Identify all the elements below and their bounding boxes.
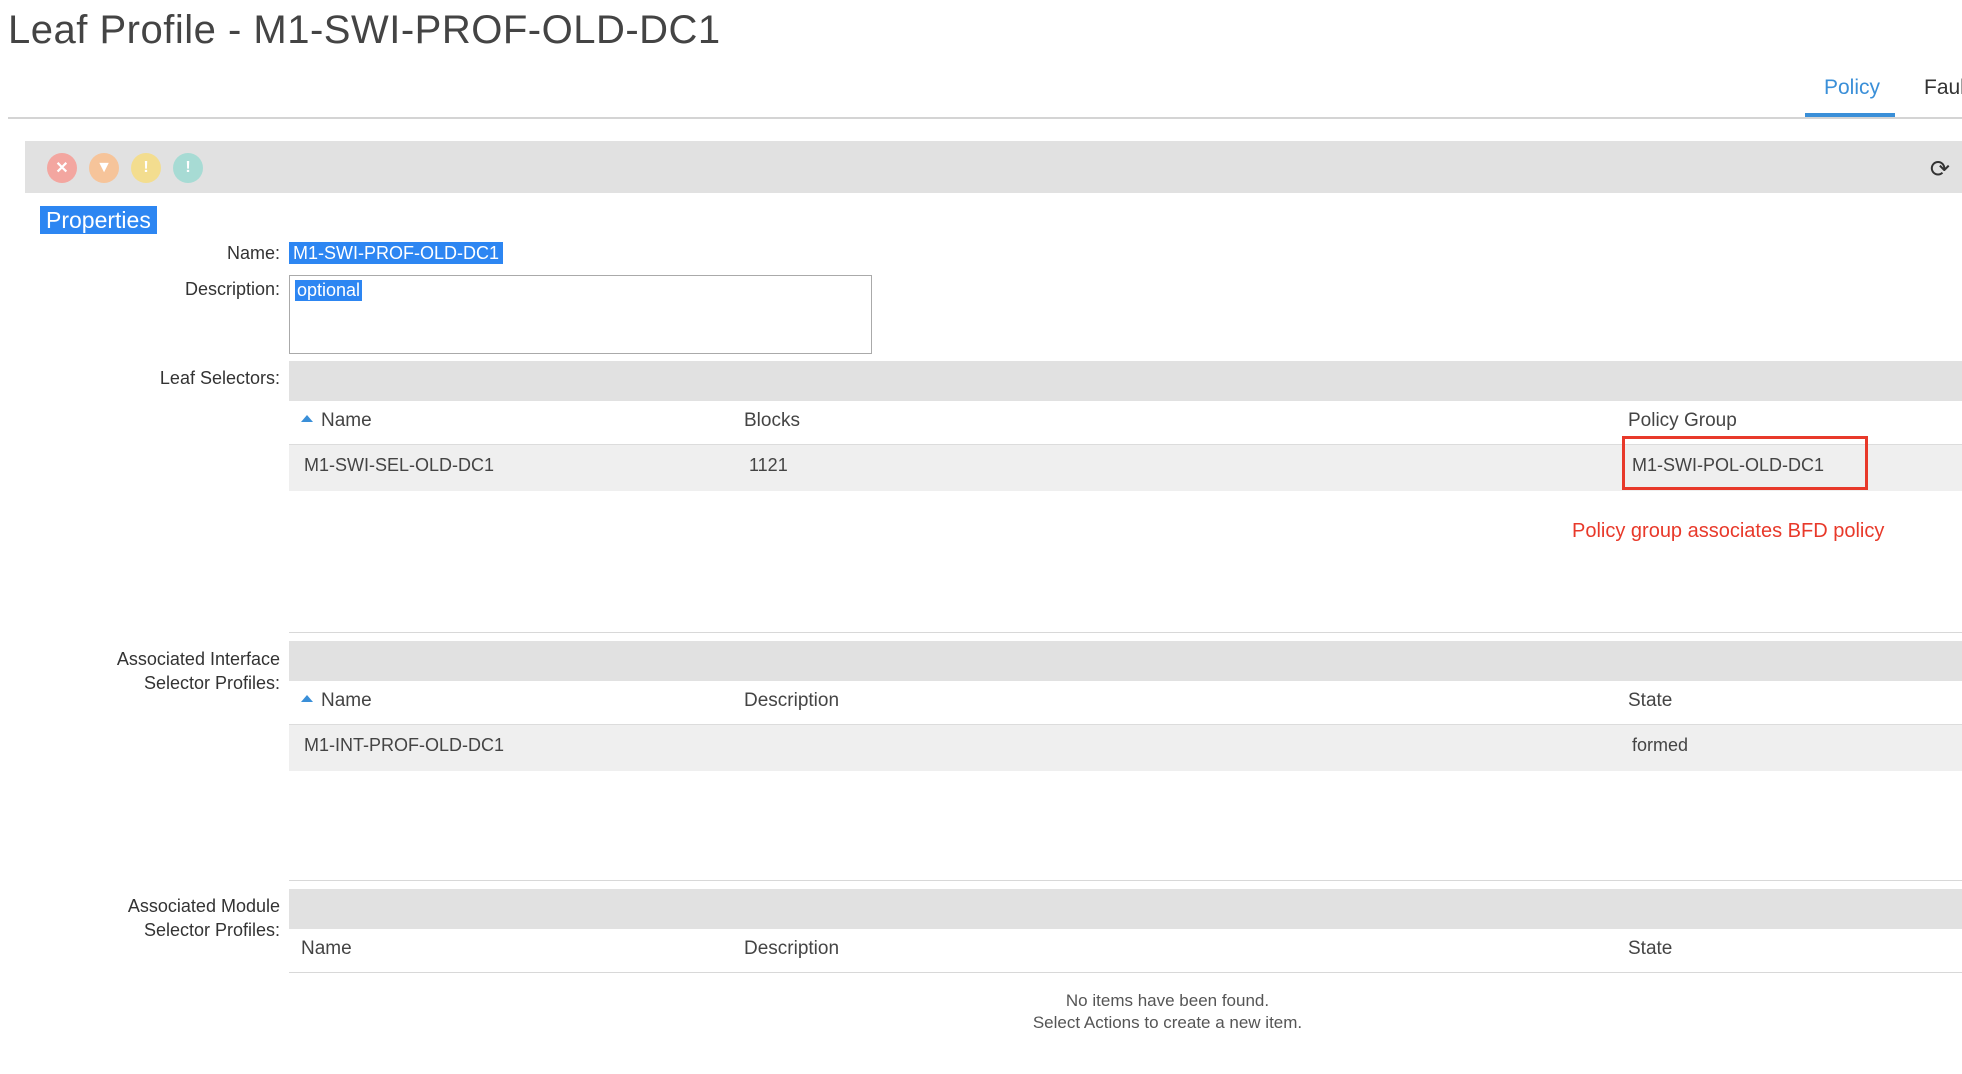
table-header-divider [289, 972, 1962, 973]
interface-col-state[interactable]: State [1628, 690, 1672, 712]
leaf-col-name[interactable]: Name [301, 410, 372, 432]
module-selector-label-line1: Associated Module [127, 896, 280, 916]
module-col-state[interactable]: State [1628, 938, 1672, 960]
interface-row-name: M1-INT-PROF-OLD-DC1 [304, 735, 505, 755]
sort-ascending-icon[interactable] [301, 415, 313, 423]
leaf-selectors-label: Leaf Selectors: [159, 368, 280, 388]
empty-state-line1: No items have been found. [1065, 991, 1270, 1010]
interface-selector-label-line2: Selector Profiles: [143, 673, 280, 693]
leaf-selectors-toolbar [289, 361, 1962, 401]
name-label: Name: [226, 243, 280, 263]
section-divider [289, 880, 1962, 881]
leaf-row-blocks: 1121 [749, 455, 788, 475]
interface-selector-label-line1: Associated Interface [116, 649, 280, 669]
description-field[interactable]: optional [289, 275, 872, 354]
fault-toolbar: ✕ ▼ ! ! ⟳ [25, 141, 1962, 193]
tab-faults[interactable]: Faul [1924, 76, 1962, 100]
module-col-description[interactable]: Description [744, 938, 839, 960]
leaf-col-blocks[interactable]: Blocks [744, 410, 800, 432]
section-divider [289, 632, 1962, 633]
page-title: Leaf Profile - M1-SWI-PROF-OLD-DC1 [8, 8, 721, 52]
warning-fault-icon[interactable]: ! [173, 153, 203, 183]
properties-heading: Properties [40, 206, 157, 234]
policy-group-highlight [1622, 436, 1868, 490]
module-profiles-toolbar [289, 889, 1962, 929]
module-selector-label-line2: Selector Profiles: [143, 920, 280, 940]
minor-fault-icon[interactable]: ! [131, 153, 161, 183]
leaf-row-name: M1-SWI-SEL-OLD-DC1 [304, 455, 495, 475]
interface-col-name[interactable]: Name [301, 690, 372, 712]
header-divider [8, 117, 1962, 119]
refresh-icon[interactable]: ⟳ [1930, 155, 1950, 184]
critical-fault-icon[interactable]: ✕ [47, 153, 77, 183]
description-label: Description: [184, 279, 280, 299]
interface-profiles-toolbar [289, 641, 1962, 681]
interface-col-description[interactable]: Description [744, 690, 839, 712]
tab-policy[interactable]: Policy [1824, 76, 1880, 100]
interface-selector-profiles-label: Associated Interface Selector Profiles: [117, 647, 280, 695]
sort-ascending-icon[interactable] [301, 695, 313, 703]
table-row[interactable] [289, 724, 1962, 771]
leaf-col-policy-group[interactable]: Policy Group [1628, 410, 1737, 432]
major-fault-icon[interactable]: ▼ [89, 153, 119, 183]
empty-state-line2: Select Actions to create a new item. [1032, 1013, 1303, 1032]
empty-state-message: No items have been found. Select Actions… [900, 990, 1435, 1034]
policy-group-annotation: Policy group associates BFD policy [1572, 520, 1885, 542]
module-col-name[interactable]: Name [301, 938, 352, 960]
module-selector-profiles-label: Associated Module Selector Profiles: [128, 894, 280, 942]
name-field[interactable]: M1-SWI-PROF-OLD-DC1 [289, 242, 503, 264]
description-placeholder: optional [295, 280, 363, 301]
interface-row-state: formed [1632, 735, 1689, 755]
